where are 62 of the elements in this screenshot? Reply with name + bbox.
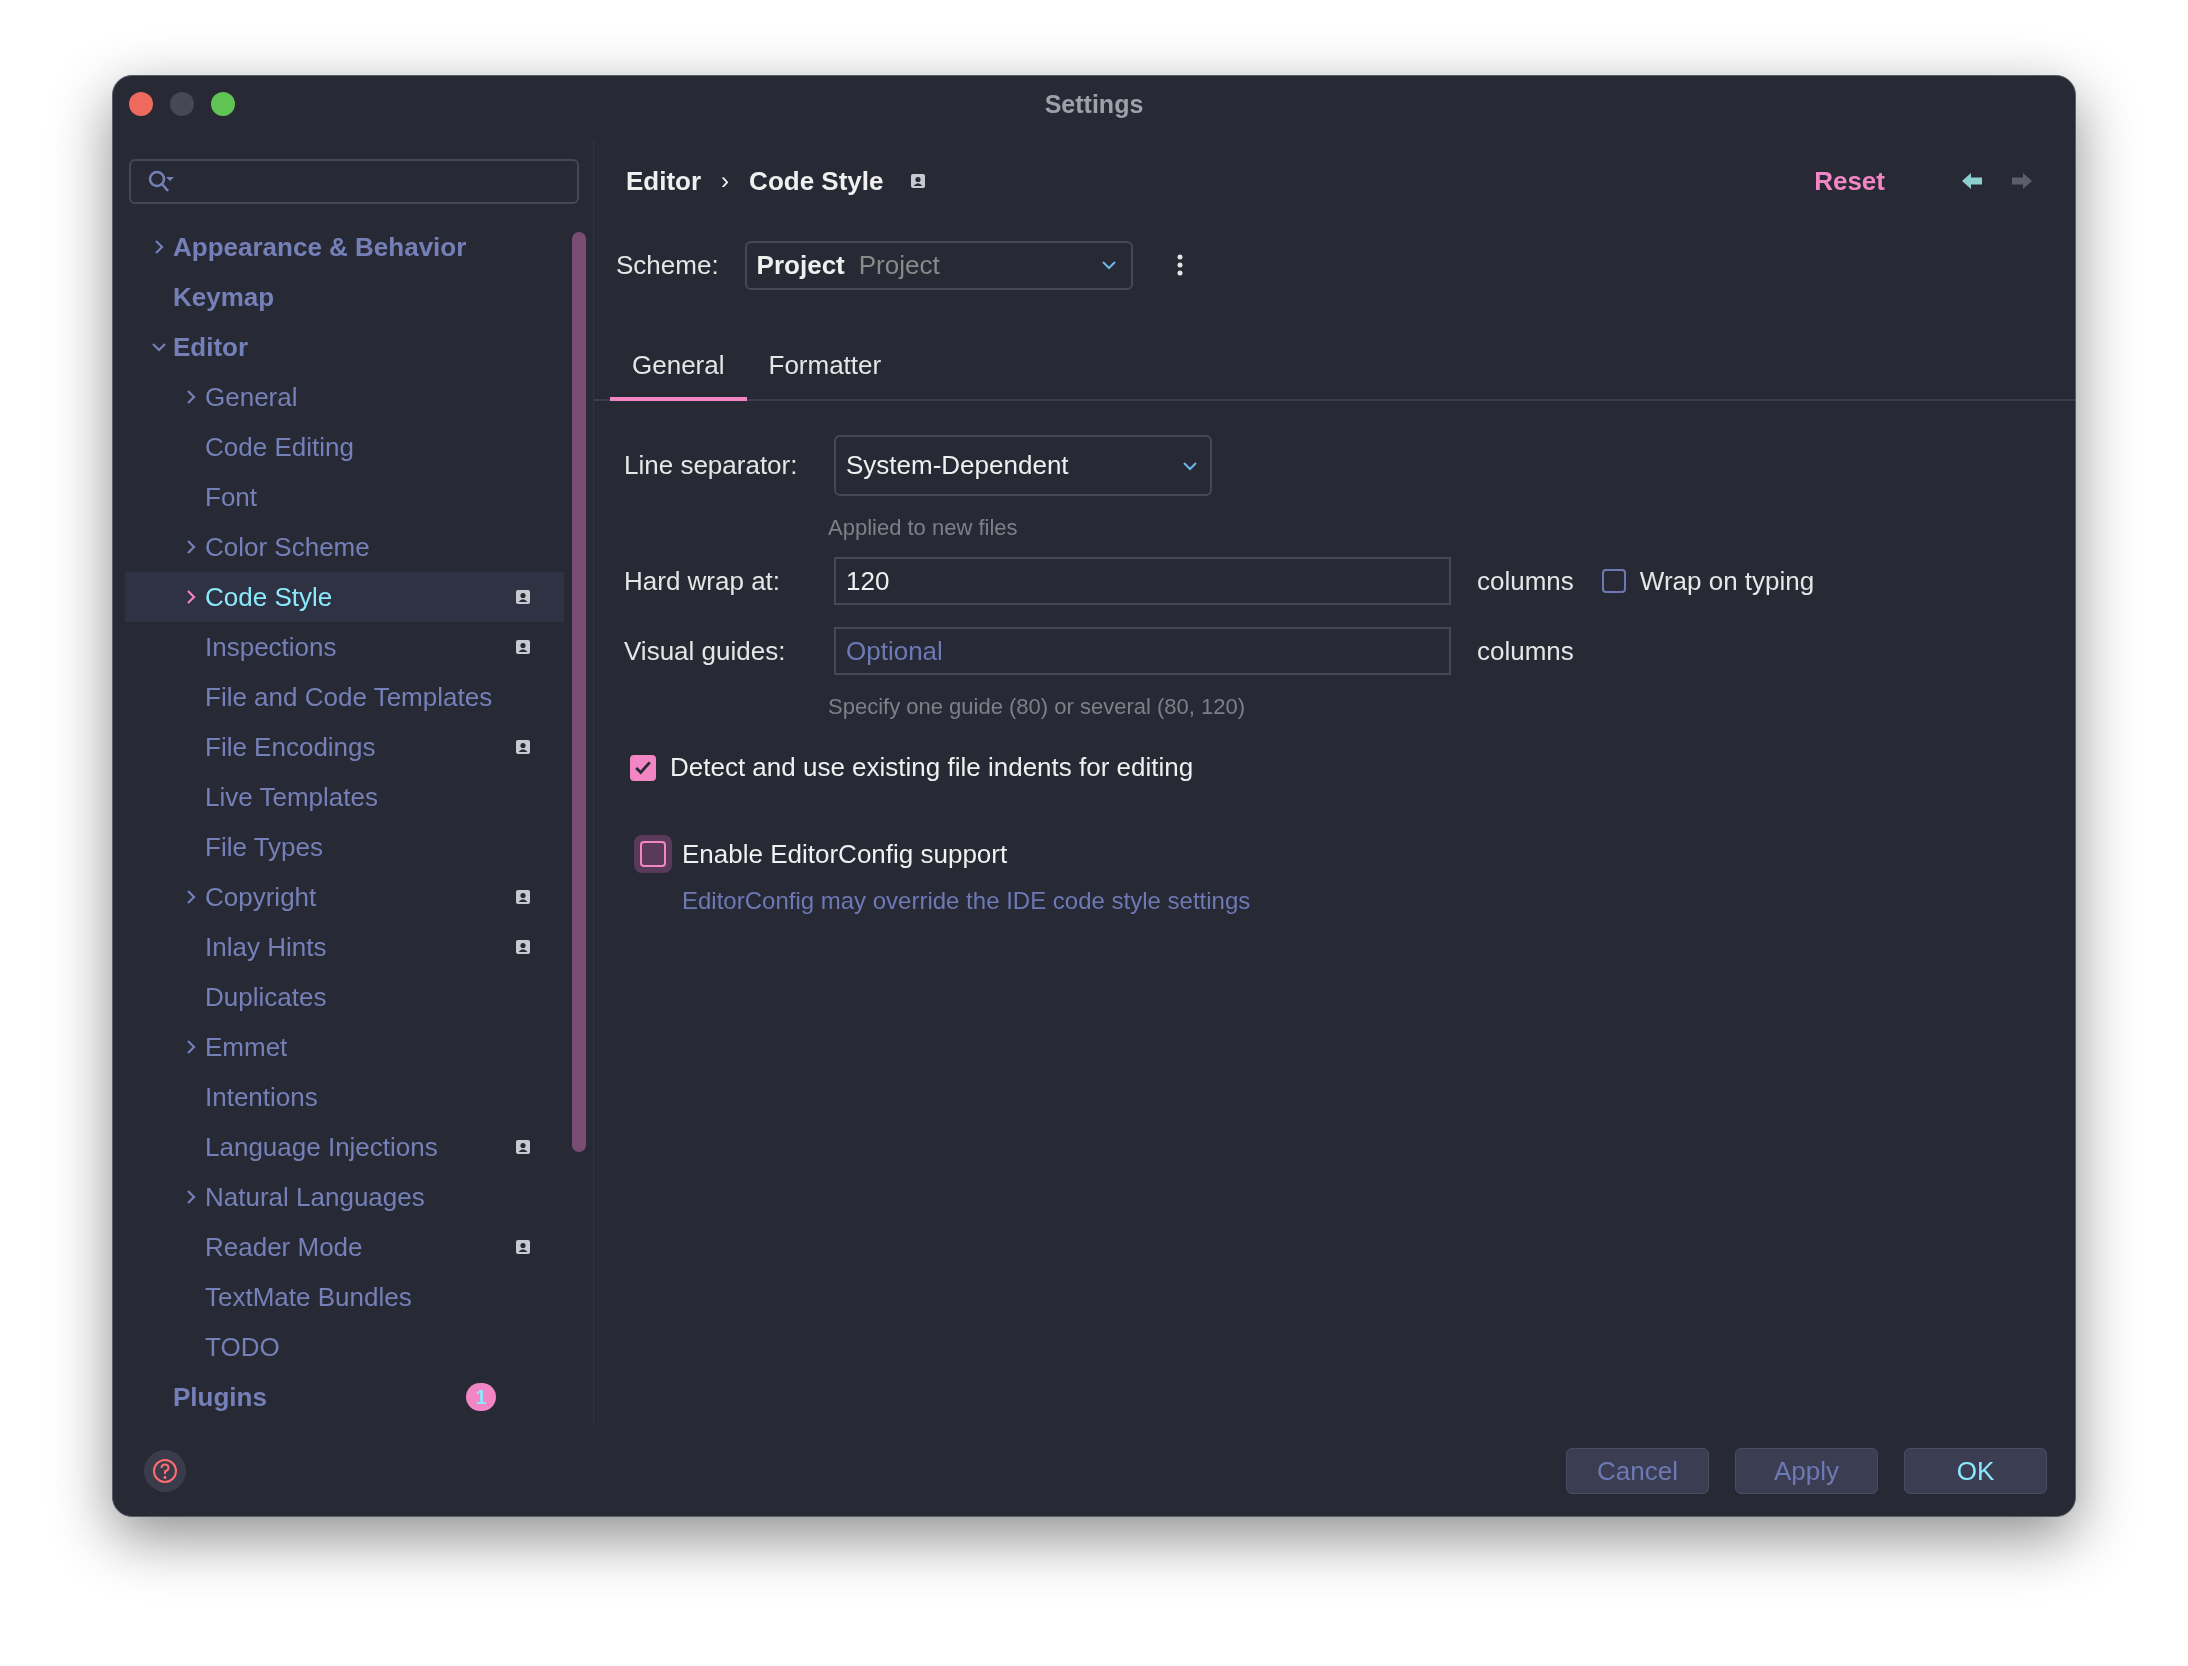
help-icon[interactable] [143,1449,187,1493]
checkbox[interactable] [630,754,656,781]
sidebar-item[interactable]: Natural Languages [125,1172,564,1222]
sidebar-item[interactable]: General [125,372,564,422]
sidebar-item[interactable]: TextMate Bundles [125,1272,564,1322]
dialog-button[interactable]: Apply [1735,1448,1878,1494]
sidebar-item[interactable]: Code Style [125,572,564,622]
more-options-icon[interactable] [1176,254,1183,276]
field-label: Visual guides: [624,635,787,667]
sidebar-item[interactable]: Keymap [125,272,564,322]
dialog-button[interactable]: OK [1904,1448,2047,1494]
sidebar-item[interactable]: Intentions [125,1072,564,1122]
field-label: Hard wrap at: [624,565,782,597]
sidebar-item[interactable]: File Types [125,822,564,872]
sidebar-item[interactable]: Copyright [125,872,564,922]
sidebar-item[interactable]: Font [125,472,564,522]
line-separator-dropdown[interactable]: System-Dependent [834,435,1212,496]
tab[interactable]: General [610,340,747,401]
sidebar-item[interactable]: Emmet [125,1022,564,1072]
sidebar-item[interactable]: Plugins 1 [125,1372,564,1422]
checkmark-icon [634,759,652,776]
sidebar-item[interactable]: File and Code Templates [125,672,564,722]
back-arrow-icon[interactable] [1961,172,1983,190]
unit-label: columns [1477,565,1574,597]
sidebar-item[interactable]: Live Templates [125,772,564,822]
option-description: EditorConfig may override the IDE code style settings [682,887,1252,915]
sidebar-item[interactable]: Language Injections [125,1122,564,1172]
hint-text: Applied to new files [828,515,1019,541]
scheme-label: Scheme: [616,249,719,281]
hint-text: Specify one guide (80) or several (80, 120) [828,694,1246,720]
sidebar-item[interactable]: Duplicates [125,972,564,1022]
field-label: Line separator: [624,450,799,481]
input-field[interactable]: 120 [834,557,1451,605]
sidebar-item[interactable]: Inspections [125,622,564,672]
checkbox-label[interactable]: Wrap on typing [1639,565,1815,597]
sidebar-item[interactable]: Reader Mode [125,1222,564,1272]
sidebar-item[interactable]: Inlay Hints [125,922,564,972]
sidebar-item[interactable]: Code Editing [125,422,564,472]
breadcrumb-item[interactable]: Editor [626,165,702,197]
sidebar-item[interactable]: TODO [125,1322,564,1372]
checkbox-label[interactable]: Enable EditorConfig support [682,838,1008,870]
tab[interactable]: Formatter [746,340,904,401]
checkbox[interactable] [640,841,666,867]
sidebar-item[interactable]: Color Scheme [125,522,564,572]
input-field[interactable]: Optional [834,627,1451,675]
breadcrumb-item[interactable]: Code Style [749,165,884,197]
reset-link[interactable]: Reset [1814,165,1885,197]
scheme-dropdown[interactable]: Project Project [744,240,1133,290]
checkbox-label[interactable]: Detect and use existing file indents for editing [670,752,1194,783]
sidebar-item[interactable]: Editor [125,322,564,372]
unit-label: columns [1477,635,1574,667]
scrollbar[interactable] [572,232,586,1152]
search-field[interactable] [129,159,579,204]
sidebar-item[interactable]: Appearance & Behavior [125,222,564,272]
window-title: Settings [1044,89,1144,119]
dialog-button[interactable]: Cancel [1566,1448,1709,1494]
update-count-badge: 1 [466,1383,496,1411]
zoom-button[interactable] [211,92,235,116]
sidebar-item[interactable]: File Encodings [125,722,564,772]
close-button[interactable] [129,92,153,116]
breadcrumb-separator: › [721,167,730,195]
checkbox[interactable] [1601,569,1626,593]
